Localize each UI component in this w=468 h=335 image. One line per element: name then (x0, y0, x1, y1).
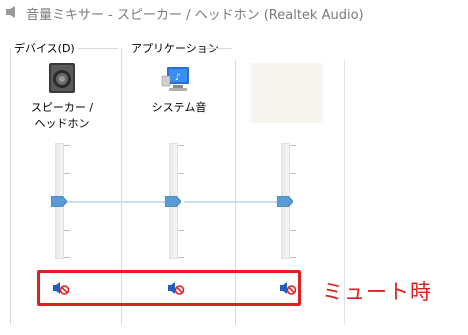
slider-thumb-system-sounds[interactable] (165, 196, 181, 207)
left-border (10, 48, 11, 325)
level-line (184, 201, 278, 203)
mute-button-system-sounds[interactable] (167, 280, 185, 296)
channel-name-speaker: スピーカー / ヘッドホン (30, 101, 94, 130)
device-section-label: デバイス(D) (14, 42, 75, 55)
tick (178, 145, 184, 146)
level-line (66, 201, 166, 203)
applications-section-divider (206, 48, 232, 49)
speaker-icon (6, 6, 15, 18)
tick (290, 173, 296, 174)
mute-button-app[interactable] (279, 280, 297, 296)
tick (178, 230, 184, 231)
tick (178, 173, 184, 174)
tick (290, 145, 296, 146)
tick (290, 257, 296, 258)
tick (64, 173, 70, 174)
svg-text:♪: ♪ (175, 73, 181, 83)
channel-name-system-sounds: システム音 (151, 101, 207, 114)
window-title: 音量ミキサー - スピーカー / ヘッドホン (Realtek Audio) (26, 8, 364, 23)
device-section-divider (78, 48, 118, 49)
blank-app-icon (251, 63, 323, 123)
tick (64, 230, 70, 231)
tick (64, 145, 70, 146)
tick (290, 230, 296, 231)
system-sounds-icon: ♪ (161, 67, 189, 91)
tick (178, 257, 184, 258)
tick (64, 257, 70, 258)
mute-button-speaker[interactable] (52, 280, 70, 296)
mute-annotation: ミュート時 (322, 280, 432, 304)
slider-thumb-app[interactable] (277, 196, 293, 207)
speaker-device-icon (49, 63, 75, 93)
slider-thumb-speaker[interactable] (51, 196, 67, 207)
title-bar: 音量ミキサー - スピーカー / ヘッドホン (Realtek Audio) (0, 0, 468, 26)
